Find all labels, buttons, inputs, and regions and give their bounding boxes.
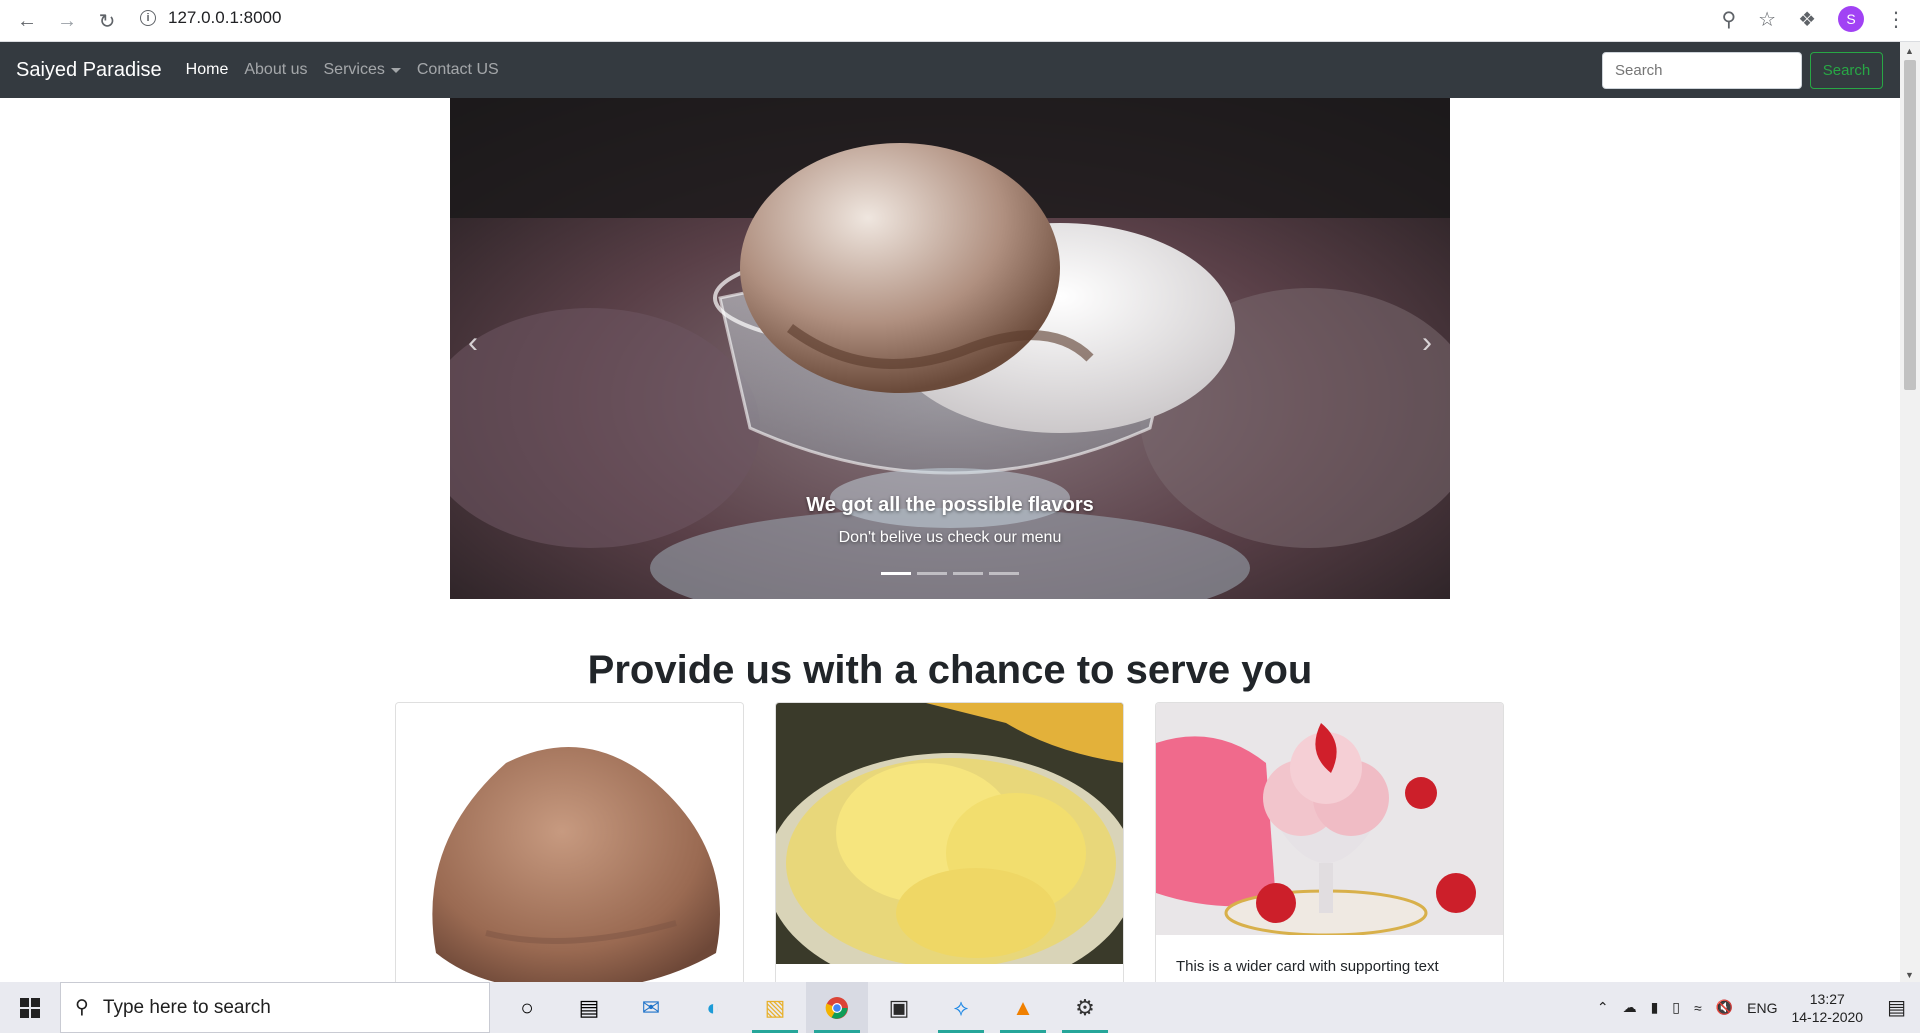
wifi-icon[interactable]: ≈ [1694,1000,1702,1016]
start-button[interactable] [0,982,60,1033]
task-view-icon[interactable]: ▤ [558,982,620,1033]
clock-time: 13:27 [1809,990,1845,1007]
card-mango [775,702,1124,982]
caption-text: Don't belive us check our menu [838,529,1062,546]
caret-down-icon [390,67,401,73]
section-title: Provide us with a chance to serve you [587,648,1313,692]
taskbar-search-placeholder: Type here to search [102,996,271,1018]
carousel-next-icon[interactable]: › [1412,326,1442,359]
address-bar[interactable]: i 127.0.0.1:8000 [140,0,281,36]
carousel-indicator[interactable] [917,572,947,575]
web-page: Saiyed Paradise Home About us Services C… [0,42,1900,982]
extensions-icon[interactable]: ❖ [1798,7,1816,32]
card-strawberry: This is a wider card with supporting tex… [1155,702,1504,982]
chrome-logo-icon [825,996,848,1019]
card-chocolate [395,702,744,982]
card-image-mango-scoop [776,703,1123,982]
hero-carousel: ‹ › We got all the possible flavors Don'… [450,98,1450,599]
card-image-chocolate-scoop [396,703,743,982]
nav-services-dropdown[interactable]: Services [324,61,401,79]
volume-muted-icon[interactable]: 🔇 [1716,999,1733,1016]
battery-icon[interactable]: ▮ [1651,999,1659,1016]
bookmark-star-icon[interactable]: ☆ [1758,7,1776,32]
carousel-prev-icon[interactable]: ‹ [458,326,488,359]
menu-kebab-icon[interactable]: ⋮ [1886,7,1906,32]
zoom-icon[interactable]: ⚲ [1721,7,1736,32]
taskbar-search[interactable]: ⚲ Type here to search [60,982,490,1033]
brand-link[interactable]: Saiyed Paradise [16,59,162,82]
mail-icon[interactable]: ✉ [620,982,682,1033]
system-tray: ⌃ ☁ ▮ ▯ ≈ 🔇 ENG 13:27 14-12-2020 ▤ [1597,982,1920,1033]
device-icon[interactable]: ▯ [1672,999,1680,1016]
vlc-icon[interactable]: ▲ [992,982,1054,1033]
reload-icon[interactable]: ↻ [92,6,122,36]
card-text: This is a wider card with supporting tex… [1176,958,1439,975]
profile-avatar[interactable]: S [1838,6,1864,32]
clock[interactable]: 13:27 14-12-2020 [1791,990,1863,1026]
carousel-indicator[interactable] [953,572,983,575]
back-icon[interactable]: ← [12,6,42,36]
search-button[interactable]: Search [1810,52,1883,89]
site-info-icon[interactable]: i [140,10,156,26]
browser-toolbar: ← → ↻ i 127.0.0.1:8000 ⚲ ☆ ❖ S ⋮ [0,0,1920,42]
carousel-indicator[interactable] [881,572,911,575]
navbar: Saiyed Paradise Home About us Services C… [0,42,1900,98]
language-indicator[interactable]: ENG [1747,1000,1777,1016]
scroll-down-icon[interactable]: ▼ [1905,970,1914,980]
chrome-icon[interactable] [806,982,868,1033]
carousel-indicator[interactable] [989,572,1019,575]
windows-logo-icon [20,997,40,1018]
windows-taskbar: ⚲ Type here to search ○ ▤ ✉ ◐ ▧ ▣ ⟡ ▲ ⚙ … [0,982,1920,1033]
carousel-caption: We got all the possible flavors Don't be… [450,494,1450,547]
cortana-icon[interactable]: ○ [496,982,558,1033]
search-input[interactable] [1602,52,1802,89]
nav-services-label: Services [323,61,385,78]
edge-icon[interactable]: ◐ [682,982,744,1033]
vscode-icon[interactable]: ⟡ [930,982,992,1033]
scroll-up-icon[interactable]: ▲ [1905,46,1914,56]
chevron-up-icon[interactable]: ⌃ [1597,999,1609,1016]
onedrive-icon[interactable]: ☁ [1623,999,1637,1016]
file-explorer-icon[interactable]: ▧ [744,982,806,1033]
caption-title: We got all the possible flavors [806,494,1094,516]
card-image-strawberry-sundae [1156,703,1503,937]
url-text: 127.0.0.1:8000 [168,8,282,27]
nav-about[interactable]: About us [244,61,307,79]
carousel-indicators [450,572,1450,575]
notification-icon[interactable]: ▤ [1887,995,1906,1020]
nav-contact[interactable]: Contact US [417,61,499,79]
settings-gear-icon[interactable]: ⚙ [1054,982,1116,1033]
nav-home[interactable]: Home [186,61,229,79]
page-scrollbar[interactable]: ▲ ▼ [1900,42,1920,982]
forward-icon[interactable]: → [52,6,82,36]
clock-date: 14-12-2020 [1791,1008,1864,1025]
store-icon[interactable]: ▣ [868,982,930,1033]
scrollbar-thumb[interactable] [1904,60,1916,390]
search-icon: ⚲ [75,997,89,1018]
